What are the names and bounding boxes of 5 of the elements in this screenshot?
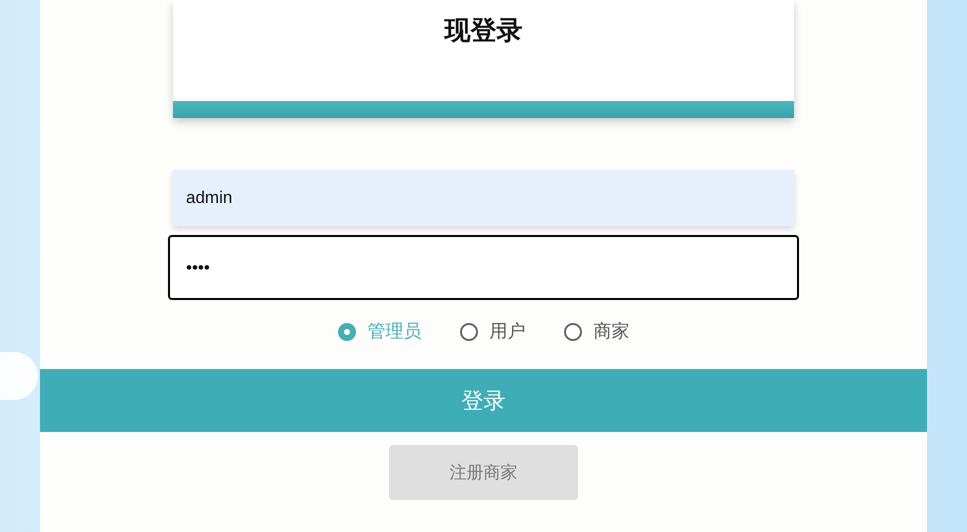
role-radio[interactable]: 商家	[564, 318, 630, 345]
password-field[interactable]: ••••	[168, 235, 799, 300]
role-radio[interactable]: 用户	[460, 318, 526, 345]
page-title: 现登录	[444, 14, 522, 47]
username-field[interactable]: admin	[173, 170, 794, 226]
